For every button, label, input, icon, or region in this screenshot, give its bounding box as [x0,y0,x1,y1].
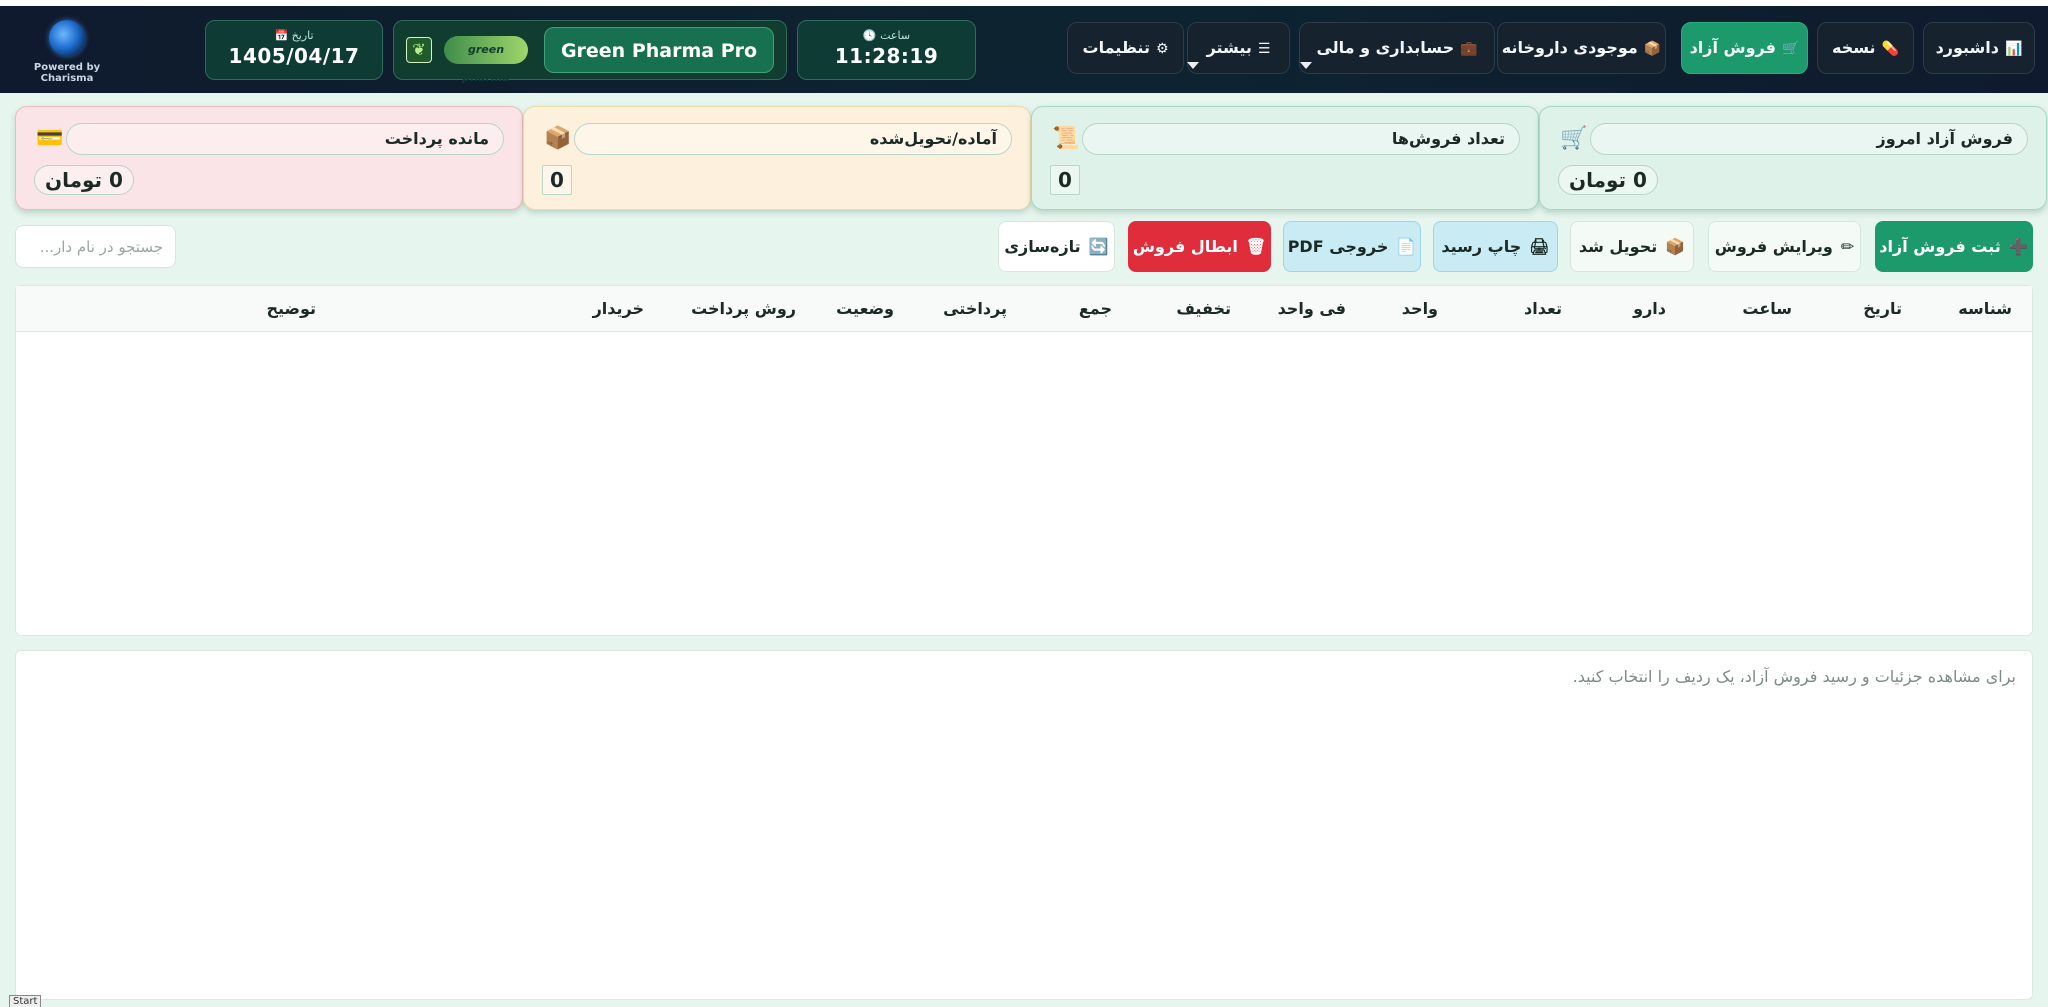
stat-value: 0 [1050,165,1080,195]
briefcase-icon: 💼 [1460,41,1478,57]
stat-remaining-payment: مانده پرداخت 💳 0 تومان [15,106,523,210]
cancel-sale-button[interactable]: 🗑 ابطال فروش [1128,221,1271,272]
stat-title: فروش آزاد امروز [1590,123,2028,155]
stat-ready-delivered: آماده/تحویل‌شده 📦 0 [523,106,1031,210]
mark-delivered-button[interactable]: 📦 تحویل شد [1570,221,1694,272]
gear-icon: ⚙ [1155,41,1169,57]
sales-table: شناسه تاریخ ساعت دارو تعداد واحد فی واحد… [15,285,2033,636]
date-widget: 📅 تاریخ 1405/04/17 [205,20,383,80]
add-free-sale-label: ثبت فروش آزاد [1879,237,2001,256]
nav-inventory-label: موجودی داروخانه [1501,38,1638,57]
refresh-icon: 🔄 [1088,237,1109,256]
date-label: 📅 تاریخ [274,29,314,42]
bar-chart-icon: 📊 [2004,41,2023,57]
column-header-unit[interactable]: واحد [1402,286,1438,332]
refresh-button[interactable]: 🔄 تازه‌سازی [998,221,1115,272]
export-pdf-label: خروجی PDF [1287,237,1389,256]
stat-value: 0 تومان [1558,165,1658,195]
powered-by-text: Powered by Charisma [33,62,101,84]
table-header: شناسه تاریخ ساعت دارو تعداد واحد فی واحد… [16,286,2032,332]
edit-sale-button[interactable]: ✏ ویرایش فروش [1708,221,1861,272]
print-receipt-button[interactable]: 🖨 چاپ رسید [1433,221,1558,272]
nav-prescription[interactable]: 💊 نسخه [1817,22,1914,74]
add-free-sale-button[interactable]: ➕ ثبت فروش آزاد [1875,221,2033,272]
search-input[interactable] [15,225,176,268]
pharma-brand-widget: ❦ green pharma Green Pharma Pro [393,20,787,84]
detail-placeholder-text: برای مشاهده جزئیات و رسید فروش آزاد، یک … [1572,667,2016,686]
nav-dashboard[interactable]: 📊 داشبورد [1923,22,2035,74]
column-header-id[interactable]: شناسه [1958,286,2012,332]
column-header-description[interactable]: توضیح [266,286,316,332]
column-header-discount[interactable]: تخفیف [1176,286,1231,332]
nav-free-sale[interactable]: 🛒 فروش آزاد [1681,22,1808,74]
plus-icon: ➕ [2008,237,2029,256]
menu-icon: ☰ [1257,41,1271,57]
export-pdf-button[interactable]: 📄 خروجی PDF [1283,221,1421,272]
cart-icon: 🛒 [1781,41,1800,57]
box-icon: 📦 [1643,41,1662,57]
column-header-status[interactable]: وضعیت [836,286,894,332]
column-header-quantity[interactable]: تعداد [1524,286,1562,332]
column-header-drug[interactable]: دارو [1633,286,1666,332]
stat-title: تعداد فروش‌ها [1082,123,1520,155]
scroll-icon: 📜 [1052,126,1080,151]
pharma-name: Green Pharma Pro [544,27,774,73]
column-header-time[interactable]: ساعت [1742,286,1792,332]
nav-prescription-label: نسخه [1832,38,1876,57]
nav-settings[interactable]: ⚙ تنظیمات [1067,22,1184,74]
column-header-buyer[interactable]: خریدار [593,286,644,332]
print-receipt-label: چاپ رسید [1441,237,1522,256]
package-icon: 📦 [1665,237,1686,256]
column-header-unit-price[interactable]: فی واحد [1278,286,1346,332]
stat-sales-count: تعداد فروش‌ها 📜 0 [1031,106,1539,210]
stat-today-free-sales: فروش آزاد امروز 🛒 0 تومان [1539,106,2047,210]
app-header: Powered by Charisma 📅 تاریخ 1405/04/17 ❦… [0,6,2048,93]
green-pharma-logo: green pharma [444,36,528,84]
nav-free-sale-label: فروش آزاد [1689,38,1776,57]
nav-accounting[interactable]: 💼 حسابداری و مالی [1299,22,1495,74]
clock-value: 11:28:19 [834,44,939,68]
refresh-label: تازه‌سازی [1004,237,1081,256]
mark-delivered-label: تحویل شد [1578,237,1658,256]
nav-accounting-label: حسابداری و مالی [1316,38,1455,57]
stat-value: 0 تومان [34,165,134,195]
sale-detail-panel: برای مشاهده جزئیات و رسید فروش آزاد، یک … [15,650,2033,1000]
nav-dashboard-label: داشبورد [1935,38,1999,57]
column-header-payment-method[interactable]: روش پرداخت [691,286,796,332]
column-header-date[interactable]: تاریخ [1863,286,1902,332]
package-icon: 📦 [544,126,572,151]
stat-value: 0 [542,165,572,195]
date-value: 1405/04/17 [228,44,360,68]
brand: Powered by Charisma [12,20,122,84]
nav-settings-label: تنظیمات [1082,38,1150,57]
column-header-total[interactable]: جمع [1079,286,1112,332]
shopping-cart-icon: 🛒 [1560,126,1588,151]
cancel-sale-label: ابطال فروش [1132,237,1238,256]
clock-widget: 🕓 ساعت 11:28:19 [797,20,976,80]
more-dropdown-icon[interactable] [1187,62,1199,69]
pencil-icon: ✏ [1840,237,1855,256]
document-icon: 📄 [1396,237,1417,256]
credit-card-icon: 💳 [36,126,64,151]
nav-inventory[interactable]: 📦 موجودی داروخانه [1497,22,1666,74]
accounting-dropdown-icon[interactable] [1300,62,1312,69]
edit-sale-label: ویرایش فروش [1714,237,1833,256]
nav-more[interactable]: ☰ بیشتر [1187,22,1290,74]
printer-icon: 🖨 [1529,237,1550,256]
nav-more-label: بیشتر [1206,38,1252,57]
stat-title: مانده پرداخت [66,123,504,155]
clock-label: 🕓 ساعت [862,29,911,42]
column-header-paid[interactable]: پرداختی [943,286,1007,332]
charisma-logo-icon [49,20,85,56]
trash-icon: 🗑 [1245,237,1267,256]
stat-title: آماده/تحویل‌شده [574,123,1012,155]
pill-icon: 💊 [1881,41,1899,57]
start-button[interactable]: Start [9,995,42,1007]
leaf-icon: ❦ [406,37,432,63]
